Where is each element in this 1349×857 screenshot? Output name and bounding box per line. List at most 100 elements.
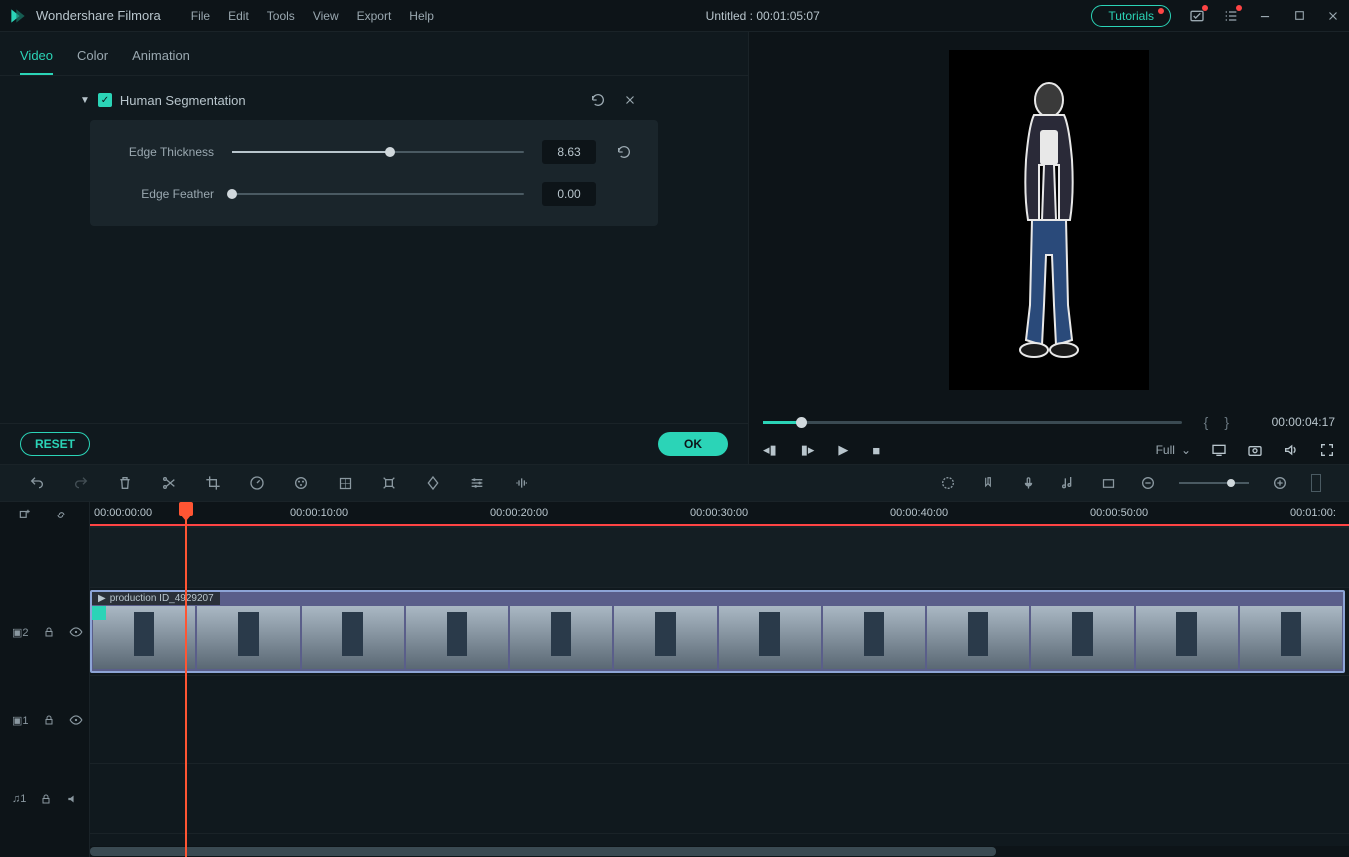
mark-in-out-icon[interactable]: {}	[1204, 414, 1245, 430]
close-effect-icon[interactable]	[622, 92, 638, 108]
track-v1[interactable]	[90, 676, 1349, 764]
titlebar-right: Tutorials	[1091, 5, 1341, 27]
zoom-in-icon[interactable]	[1271, 474, 1289, 492]
audio-icon[interactable]	[512, 474, 530, 492]
timeline-ruler[interactable]: 00:00:00:00 00:00:10:00 00:00:20:00 00:0…	[90, 502, 1349, 528]
delete-icon[interactable]	[116, 474, 134, 492]
zoom-fit-icon[interactable]	[1311, 474, 1321, 492]
quality-select[interactable]: Full ⌄	[1156, 443, 1191, 457]
menu-edit[interactable]: Edit	[228, 9, 249, 23]
track-empty[interactable]	[90, 528, 1349, 588]
marker-icon[interactable]	[979, 474, 997, 492]
close-icon[interactable]	[1325, 8, 1341, 24]
snapshot-icon[interactable]	[1247, 442, 1263, 458]
reset-button[interactable]: RESET	[20, 432, 90, 456]
menubar: File Edit Tools View Export Help	[191, 9, 434, 23]
volume-icon[interactable]	[66, 790, 80, 808]
preview-timecode: 00:00:04:17	[1255, 415, 1335, 429]
person-preview	[1004, 75, 1094, 365]
add-track-icon[interactable]	[16, 506, 34, 524]
slider-track[interactable]	[232, 193, 524, 195]
collapse-arrow-icon[interactable]: ▼	[80, 95, 90, 106]
preview-content	[949, 50, 1149, 390]
message-icon[interactable]	[1189, 8, 1205, 24]
volume-icon[interactable]	[1283, 442, 1299, 458]
slider-value[interactable]: 8.63	[542, 140, 596, 164]
record-voiceover-icon[interactable]	[1019, 474, 1037, 492]
notification-dot-icon	[1158, 8, 1164, 14]
eye-icon[interactable]	[69, 623, 83, 641]
undo-icon[interactable]	[28, 474, 46, 492]
display-icon[interactable]	[1211, 442, 1227, 458]
track-label: ♫1	[12, 793, 26, 805]
ruler-mark: 00:00:40:00	[890, 507, 948, 519]
reset-effect-icon[interactable]	[590, 92, 606, 108]
slider-track[interactable]	[232, 151, 524, 153]
green-screen-icon[interactable]	[336, 474, 354, 492]
preview-progress-bar: {} 00:00:04:17	[749, 408, 1349, 436]
project-title: Untitled : 00:01:05:07	[434, 9, 1091, 23]
timeline-track-headers: ▣2 ▣1 ♫1	[0, 502, 90, 857]
split-icon[interactable]	[160, 474, 178, 492]
color-icon[interactable]	[292, 474, 310, 492]
keyframe-icon[interactable]	[424, 474, 442, 492]
timeline-left-top	[0, 502, 89, 528]
ruler-mark: 00:00:30:00	[690, 507, 748, 519]
app-name: Wondershare Filmora	[36, 8, 161, 23]
render-icon[interactable]	[939, 474, 957, 492]
timeline: ▣2 ▣1 ♫1 00:00:00:00 00:00:10:00 00:00:2…	[0, 502, 1349, 857]
link-icon[interactable]	[52, 506, 70, 524]
effect-checkbox[interactable]: ✓	[98, 93, 112, 107]
menu-export[interactable]: Export	[357, 9, 392, 23]
tab-animation[interactable]: Animation	[132, 42, 190, 75]
menu-tools[interactable]: Tools	[267, 9, 295, 23]
notification-dot-icon	[1202, 5, 1208, 11]
minimize-icon[interactable]	[1257, 8, 1273, 24]
eye-icon[interactable]	[69, 711, 83, 729]
task-list-icon[interactable]	[1223, 8, 1239, 24]
slider-value[interactable]: 0.00	[542, 182, 596, 206]
fullscreen-icon[interactable]	[1319, 442, 1335, 458]
tab-video[interactable]: Video	[20, 42, 53, 75]
speed-icon[interactable]	[248, 474, 266, 492]
lock-icon[interactable]	[40, 790, 52, 808]
slider-edge-feather: Edge Feather 0.00	[114, 182, 634, 206]
preview-progress[interactable]	[763, 421, 1182, 424]
ruler-mark: 00:01:00:	[1290, 507, 1336, 519]
notification-dot-icon	[1236, 5, 1242, 11]
redo-icon[interactable]	[72, 474, 90, 492]
aspect-icon[interactable]	[1099, 474, 1117, 492]
ok-button[interactable]: OK	[658, 432, 728, 456]
track-v2[interactable]: ▶ production ID_4929207	[90, 588, 1349, 676]
timeline-tracks: 00:00:00:00 00:00:10:00 00:00:20:00 00:0…	[90, 502, 1349, 857]
slider-reset-icon[interactable]	[614, 142, 634, 162]
menu-file[interactable]: File	[191, 9, 210, 23]
tutorials-button[interactable]: Tutorials	[1091, 5, 1171, 27]
track-a1[interactable]	[90, 764, 1349, 834]
menu-help[interactable]: Help	[409, 9, 434, 23]
app-logo-icon	[8, 6, 28, 26]
track-header-v2: ▣2	[0, 588, 89, 676]
zoom-slider[interactable]	[1179, 482, 1249, 484]
step-back-icon[interactable]: ◂▮	[763, 442, 777, 458]
adjust-icon[interactable]	[468, 474, 486, 492]
lock-icon[interactable]	[43, 711, 55, 729]
zoom-out-icon[interactable]	[1139, 474, 1157, 492]
play-icon[interactable]: ▶	[838, 442, 848, 458]
effect-title: Human Segmentation	[120, 93, 574, 108]
step-forward-icon[interactable]: ▮▸	[801, 442, 815, 458]
maximize-icon[interactable]	[1291, 8, 1307, 24]
menu-view[interactable]: View	[313, 9, 339, 23]
lock-icon[interactable]	[43, 623, 55, 641]
stop-icon[interactable]: ■	[872, 443, 880, 458]
playhead[interactable]	[185, 502, 187, 857]
tab-color[interactable]: Color	[77, 42, 108, 75]
mix-audio-icon[interactable]	[1059, 474, 1077, 492]
track-header-v1: ▣1	[0, 676, 89, 764]
timeline-scrollbar[interactable]	[90, 846, 1349, 857]
motion-tracking-icon[interactable]	[380, 474, 398, 492]
property-tabs: Video Color Animation	[0, 32, 748, 76]
titlebar: Wondershare Filmora File Edit Tools View…	[0, 0, 1349, 32]
crop-icon[interactable]	[204, 474, 222, 492]
video-clip[interactable]: ▶ production ID_4929207	[90, 590, 1345, 673]
